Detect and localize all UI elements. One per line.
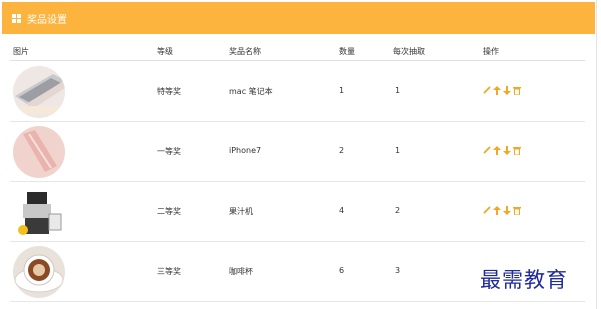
row-actions [483, 205, 521, 215]
prize-level: 特等奖 [157, 87, 181, 96]
grid-icon [12, 13, 21, 23]
prize-per-draw: 2 [395, 206, 401, 215]
panel-header: 奖品设置 [2, 2, 595, 34]
move-up-icon[interactable] [493, 85, 501, 95]
prize-name: mac 笔记本 [229, 87, 273, 96]
column-header-name: 奖品名称 [229, 47, 261, 56]
prize-per-draw: 3 [395, 266, 401, 275]
prize-level: 二等奖 [157, 207, 181, 216]
prize-quantity: 4 [339, 206, 345, 215]
row-actions [483, 145, 521, 155]
edit-icon[interactable] [483, 205, 491, 215]
prize-name: 咖啡杯 [229, 267, 253, 276]
prize-name: iPhone7 [229, 146, 262, 155]
move-down-icon[interactable] [503, 205, 511, 215]
page-frame: 奖品设置 图片 等级 奖品名称 数量 每次抽取 操作 特等奖 mac 笔记本 1… [0, 0, 597, 309]
prize-level: 一等奖 [157, 147, 181, 156]
panel-title: 奖品设置 [27, 14, 67, 26]
delete-icon[interactable] [513, 205, 521, 215]
column-header-image: 图片 [13, 47, 29, 56]
prize-image-coffee-cup [13, 246, 65, 298]
prize-name: 果汁机 [229, 207, 253, 216]
column-header-per-draw: 每次抽取 [393, 47, 425, 56]
table-header: 图片 等级 奖品名称 数量 每次抽取 操作 [10, 44, 585, 61]
table-row: 特等奖 mac 笔记本 1 1 [10, 61, 585, 122]
row-actions [483, 85, 521, 95]
prize-image-laptop [13, 66, 65, 118]
prize-per-draw: 1 [395, 146, 401, 155]
prize-level: 三等奖 [157, 267, 181, 276]
prize-quantity: 6 [339, 266, 345, 275]
prize-per-draw: 1 [395, 86, 401, 95]
delete-icon[interactable] [513, 145, 521, 155]
column-header-level: 等级 [157, 47, 173, 56]
move-up-icon[interactable] [493, 145, 501, 155]
table-row: 一等奖 iPhone7 2 1 [10, 121, 585, 182]
watermark-logo: 最需教育 [480, 268, 568, 292]
prize-image-phone [13, 126, 65, 178]
column-header-quantity: 数量 [339, 47, 355, 56]
move-down-icon[interactable] [503, 145, 511, 155]
edit-icon[interactable] [483, 145, 491, 155]
move-down-icon[interactable] [503, 85, 511, 95]
edit-icon[interactable] [483, 85, 491, 95]
prize-quantity: 2 [339, 146, 345, 155]
table-row: 二等奖 果汁机 4 2 [10, 181, 585, 242]
prize-image-juicer [13, 186, 65, 238]
move-up-icon[interactable] [493, 205, 501, 215]
column-header-actions: 操作 [483, 47, 499, 56]
delete-icon[interactable] [513, 85, 521, 95]
prize-quantity: 1 [339, 86, 345, 95]
